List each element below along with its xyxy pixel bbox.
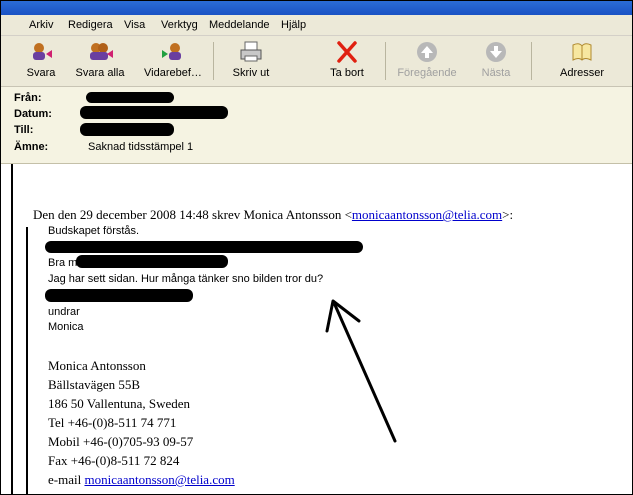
email-window: Arkiv Redigera Visa Verktyg Meddelande H… — [0, 0, 633, 495]
from-label: Från: — [14, 92, 42, 104]
signature-street: Bällstavägen 55B — [48, 377, 141, 392]
date-redaction — [80, 106, 228, 119]
menu-meddelande[interactable]: Meddelande — [209, 19, 270, 31]
next-button[interactable]: Nästa — [471, 38, 521, 84]
address-book-button[interactable]: Adresser — [553, 38, 611, 84]
quote-bar — [26, 227, 28, 494]
to-redaction — [80, 123, 174, 136]
menu-hjalp[interactable]: Hjälp — [281, 19, 306, 31]
message-line: Jag har sett sidan. Hur många tänker sno… — [48, 273, 324, 285]
quote-intro-suffix: >: — [502, 207, 514, 222]
menu-verktyg[interactable]: Verktyg — [161, 19, 198, 31]
message-line: Monica — [48, 321, 84, 333]
message-line: undrar — [48, 306, 80, 318]
signature-email-link[interactable]: monicaantonsson@telia.com — [84, 472, 234, 487]
signature-mobil: Mobil +46-(0)705-93 09-57 — [48, 434, 194, 449]
previous-icon — [417, 42, 437, 62]
reply-icon — [33, 43, 52, 60]
redaction — [45, 241, 363, 253]
menu-bar: Arkiv Redigera Visa Verktyg Meddelande H… — [1, 15, 632, 36]
forward-button[interactable]: Vidarebef… — [141, 38, 205, 84]
signature-email: e-mail monicaantonsson@telia.com — [48, 472, 235, 488]
address-book-icon — [572, 43, 592, 61]
menu-visa[interactable]: Visa — [124, 19, 145, 31]
forward-icon — [162, 43, 181, 60]
signature-fax: Fax +46-(0)8-511 72 824 — [48, 453, 180, 468]
message-header: Från: Datum: Till: Ämne: Saknad tidsstäm… — [1, 87, 632, 164]
redaction — [76, 255, 228, 268]
print-button[interactable]: Skriv ut — [225, 38, 277, 84]
toolbar-separator — [385, 42, 386, 80]
subject-value: Saknad tidsstämpel 1 — [88, 141, 194, 153]
subject-label: Ämne: — [14, 141, 49, 153]
quote-intro: Den den 29 december 2008 14:48 skrev Mon… — [33, 207, 513, 223]
arrow-annotation — [325, 299, 397, 443]
menu-redigera[interactable]: Redigera — [68, 19, 113, 31]
signature-email-label: e-mail — [48, 472, 82, 487]
message-line: Bra m — [48, 257, 78, 269]
previous-button[interactable]: Föregående — [395, 38, 459, 84]
title-bar — [1, 1, 632, 15]
menu-arkiv[interactable]: Arkiv — [29, 19, 53, 31]
message-line: Budskapet förstås. — [48, 225, 140, 237]
signature-name: Monica Antonsson — [48, 358, 146, 373]
quote-intro-text: Den den 29 december 2008 14:48 skrev Mon… — [33, 207, 352, 222]
reply-button[interactable]: Svara — [18, 38, 64, 84]
signature-tel: Tel +46-(0)8-511 74 771 — [48, 415, 177, 430]
reply-all-button[interactable]: Svara alla — [69, 38, 131, 84]
from-redaction — [86, 92, 174, 103]
toolbar-separator — [531, 42, 532, 80]
delete-icon — [337, 41, 357, 63]
quote-intro-email-link[interactable]: monicaantonsson@telia.com — [352, 207, 502, 222]
redaction — [45, 289, 193, 302]
printer-icon — [240, 41, 262, 62]
toolbar: Svara Svara alla Vidarebef… Skriv ut Ta … — [1, 36, 632, 87]
toolbar-separator — [213, 42, 214, 80]
reply-all-icon — [90, 43, 113, 60]
delete-button[interactable]: Ta bort — [323, 38, 371, 84]
signature-city: 186 50 Vallentuna, Sweden — [48, 396, 191, 411]
date-label: Datum: — [14, 108, 52, 120]
next-icon — [486, 42, 506, 62]
to-label: Till: — [14, 124, 34, 136]
